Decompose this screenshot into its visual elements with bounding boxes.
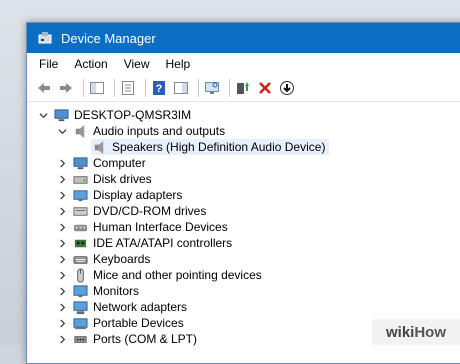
- tree-item[interactable]: Monitors: [56, 283, 139, 299]
- menu-file[interactable]: File: [31, 57, 66, 71]
- tree-group-audio[interactable]: Audio inputs and outputs: [56, 123, 225, 139]
- speaker-icon: [72, 123, 88, 139]
- tree-item[interactable]: Mice and other pointing devices: [56, 267, 262, 283]
- toolbar-separator: [114, 79, 115, 97]
- tree-item[interactable]: Computer: [56, 155, 146, 171]
- menu-help[interactable]: Help: [158, 57, 199, 71]
- properties-icon[interactable]: [119, 79, 137, 97]
- wikihow-watermark: wiki How: [372, 319, 460, 345]
- tree-item[interactable]: Human Interface Devices: [56, 219, 228, 235]
- tree-item-label: DVD/CD-ROM drives: [93, 204, 207, 218]
- tree-item[interactable]: Display adapters: [56, 187, 182, 203]
- disable-device-icon[interactable]: [278, 79, 296, 97]
- speakers-label: Speakers (High Definition Audio Device): [112, 140, 326, 154]
- show-hide-console-tree-icon[interactable]: [88, 79, 106, 97]
- chevron-right-icon[interactable]: [56, 253, 68, 265]
- tree-item-label: Mice and other pointing devices: [93, 268, 262, 282]
- title-bar[interactable]: Device Manager: [27, 23, 460, 53]
- tree-item-label: Keyboards: [93, 252, 151, 266]
- keyboard-icon: [72, 251, 88, 267]
- menu-view[interactable]: View: [116, 57, 158, 71]
- tree-item[interactable]: DVD/CD-ROM drives: [56, 203, 206, 219]
- toolbar-separator: [83, 79, 84, 97]
- forward-arrow-icon[interactable]: [57, 79, 75, 97]
- svg-text:?: ?: [156, 83, 163, 95]
- tree-item-label: Display adapters: [93, 188, 183, 202]
- root-label: DESKTOP-QMSR3IM: [74, 108, 192, 122]
- tree-item[interactable]: Network adapters: [56, 299, 187, 315]
- audio-group-label: Audio inputs and outputs: [93, 124, 226, 138]
- tree-item-label: Network adapters: [93, 300, 188, 314]
- ide-controller-icon: [72, 235, 88, 251]
- tree-item-label: Disk drives: [93, 172, 152, 186]
- toolbar-separator: [145, 79, 146, 97]
- tree-item[interactable]: Disk drives: [56, 171, 152, 187]
- tree-item-label: Human Interface Devices: [93, 220, 228, 234]
- toolbar: ?: [27, 75, 460, 102]
- chevron-right-icon[interactable]: [56, 333, 68, 345]
- tree-item[interactable]: Keyboards: [56, 251, 150, 267]
- device-manager-icon: [37, 30, 53, 46]
- watermark-brand-a: wiki: [385, 323, 415, 341]
- tree-root[interactable]: DESKTOP-QMSR3IM: [37, 107, 191, 123]
- uninstall-device-icon[interactable]: [256, 79, 274, 97]
- chevron-right-icon[interactable]: [56, 189, 68, 201]
- chevron-right-icon[interactable]: [56, 237, 68, 249]
- toolbar-separator: [198, 79, 199, 97]
- update-driver-icon[interactable]: [234, 79, 252, 97]
- tree-item-label: Ports (COM & LPT): [93, 332, 198, 346]
- chevron-right-icon[interactable]: [56, 173, 68, 185]
- computer-icon: [53, 107, 69, 123]
- back-arrow-icon[interactable]: [35, 79, 53, 97]
- monitor-icon: [72, 283, 88, 299]
- watermark-brand-b: How: [414, 323, 447, 341]
- computer-icon: [72, 155, 88, 171]
- tree-item-label: IDE ATA/ATAPI controllers: [93, 236, 233, 250]
- hid-icon: [72, 219, 88, 235]
- tree-item-label: Monitors: [93, 284, 140, 298]
- chevron-right-icon[interactable]: [56, 221, 68, 233]
- device-manager-window: Device Manager File Action View Help ? D…: [26, 22, 460, 364]
- tree-item-label: Computer: [93, 156, 146, 170]
- toolbar-separator: [229, 79, 230, 97]
- chevron-right-icon[interactable]: [56, 157, 68, 169]
- dvd-drive-icon: [72, 203, 88, 219]
- tree-item-speakers[interactable]: Speakers (High Definition Audio Device): [91, 139, 330, 155]
- mouse-icon: [72, 267, 88, 283]
- menu-action[interactable]: Action: [66, 57, 115, 71]
- chevron-down-icon[interactable]: [37, 109, 49, 121]
- tree-item-label: Portable Devices: [93, 316, 184, 330]
- tree-item[interactable]: IDE ATA/ATAPI controllers: [56, 235, 232, 251]
- chevron-down-icon[interactable]: [56, 125, 68, 137]
- help-icon[interactable]: ?: [150, 79, 168, 97]
- network-adapter-icon: [72, 299, 88, 315]
- chevron-right-icon[interactable]: [56, 301, 68, 313]
- chevron-right-icon[interactable]: [56, 317, 68, 329]
- speaker-icon: [91, 139, 107, 155]
- portable-device-icon: [72, 315, 88, 331]
- chevron-right-icon[interactable]: [56, 205, 68, 217]
- action-pane-icon[interactable]: [172, 79, 190, 97]
- menu-bar: File Action View Help: [27, 53, 460, 75]
- tree-item[interactable]: Portable Devices: [56, 315, 184, 331]
- disk-drive-icon: [72, 171, 88, 187]
- scan-hardware-icon[interactable]: [203, 79, 221, 97]
- display-adapter-icon: [72, 187, 88, 203]
- window-title: Device Manager: [61, 30, 156, 46]
- chevron-right-icon[interactable]: [56, 285, 68, 297]
- chevron-right-icon[interactable]: [56, 269, 68, 281]
